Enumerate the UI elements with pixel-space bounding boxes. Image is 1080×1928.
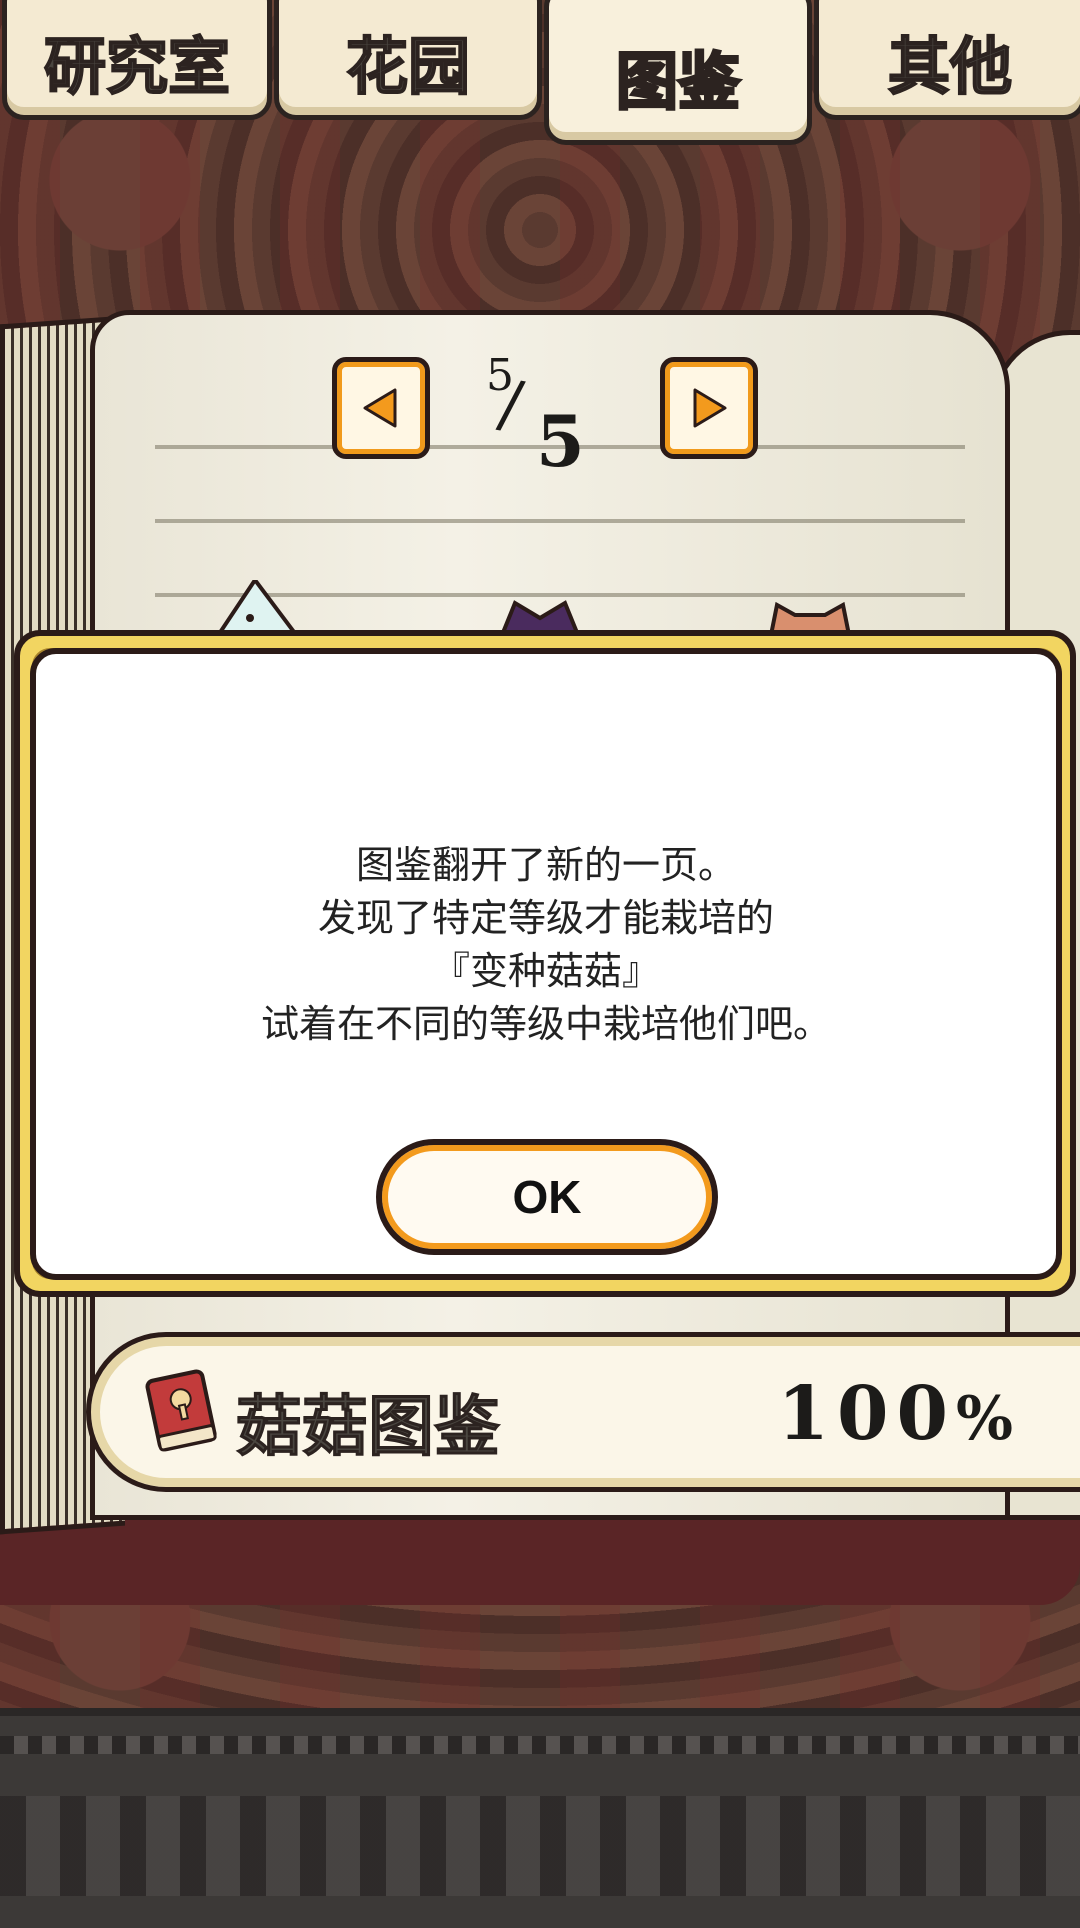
new-page-dialog: 图鉴翻开了新的一页。 发现了特定等级才能栽培的 『变种菇菇』 试着在不同的等级中…	[30, 648, 1062, 1280]
dialog-line-4: 试着在不同的等级中栽培他们吧。	[260, 1002, 831, 1046]
ok-button-label: OK	[512, 1171, 582, 1223]
dialog-line-3: 『变种菇菇』	[431, 949, 660, 993]
completion-number: 100	[777, 1371, 956, 1457]
tab-laboratory[interactable]: 研究室	[2, 0, 272, 120]
tab-garden[interactable]: 花园	[274, 0, 542, 120]
bottom-decorative-band	[0, 1708, 1080, 1928]
top-tab-bar: 研究室 花园 图鉴 其他	[0, 0, 1080, 145]
tab-encyclopedia[interactable]: 图鉴	[544, 0, 812, 145]
tab-encyclopedia-label: 图鉴	[614, 44, 741, 120]
previous-page-button[interactable]	[332, 357, 430, 459]
total-pages: 5	[536, 400, 585, 483]
ok-button[interactable]: OK	[376, 1139, 718, 1255]
next-page-button[interactable]	[660, 357, 758, 459]
encyclopedia-completion-bar: 菇菇图鉴 100%	[86, 1332, 1080, 1492]
completion-value: 100%	[778, 1371, 1021, 1457]
tab-other-label: 其他	[887, 29, 1013, 104]
mushroom-silhouette-pattern	[0, 1796, 1080, 1896]
page-indicator: 5 / 5	[480, 350, 590, 490]
tab-other[interactable]: 其他	[814, 0, 1080, 120]
arrow-right-icon	[693, 388, 727, 428]
red-book-icon	[145, 1369, 217, 1452]
tab-garden-label: 花园	[345, 29, 471, 104]
arrow-left-icon	[363, 388, 397, 428]
completion-unit: %	[955, 1384, 1021, 1454]
tab-laboratory-label: 研究室	[43, 29, 231, 104]
bottom-rail	[0, 1736, 1080, 1754]
dialog-message: 图鉴翻开了新的一页。 发现了特定等级才能栽培的 『变种菇菇』 试着在不同的等级中…	[36, 839, 1056, 1051]
dialog-line-2: 发现了特定等级才能栽培的	[317, 896, 774, 940]
dialog-line-1: 图鉴翻开了新的一页。	[355, 843, 736, 887]
completion-label: 菇菇图鉴	[236, 1388, 501, 1466]
